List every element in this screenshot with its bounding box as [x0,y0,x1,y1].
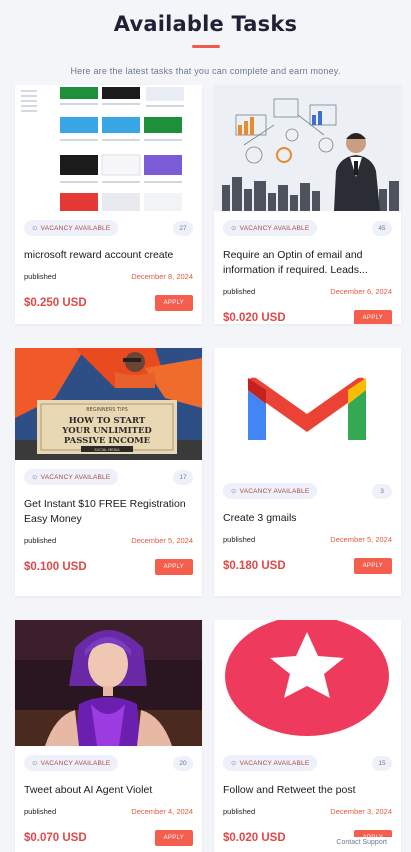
banner-footer: SOCIAL MEDIA [94,448,120,452]
page-subtitle: Here are the latest tasks that you can c… [70,66,341,76]
published-label: published [223,287,256,296]
task-title[interactable]: Tweet about AI Agent Violet [24,783,193,798]
task-price: $0.100 USD [24,561,87,573]
published-label: published [24,272,57,281]
apply-button[interactable]: APPLY [154,830,193,846]
vacancy-badge: ⊙ VACANCY AVAILABLE [223,483,318,499]
task-price: $0.020 USD [223,832,286,844]
published-label: published [24,536,57,545]
contact-support-link[interactable]: Contact Support [330,837,393,848]
banner-title-line-3: PASSIVE INCOME [64,436,151,446]
task-title[interactable]: Get Instant $10 FREE Registration Easy M… [24,497,193,527]
task-price: $0.070 USD [24,832,87,844]
vacancy-count: 20 [173,755,193,771]
task-price: $0.180 USD [223,560,286,572]
vacancy-count: 3 [372,483,392,499]
apply-button[interactable]: APPLY [154,559,193,575]
task-thumbnail-app-logos [15,85,202,211]
task-thumbnail-businessman [214,85,401,211]
vacancy-badge: ⊙ VACANCY AVAILABLE [223,220,318,236]
vacancy-count: 15 [372,755,392,771]
banner-title-line-2: YOUR UNLIMITED [61,426,152,436]
task-price: $0.250 USD [24,297,87,309]
apply-button[interactable]: APPLY [154,295,193,311]
published-label: published [223,807,256,816]
banner-title-line-1: HOW TO START [69,416,146,426]
apply-button[interactable]: APPLY [353,310,392,324]
task-card[interactable]: ⊙ VACANCY AVAILABLE 27 microsoft reward a… [15,85,202,324]
vacancy-badge: ⊙ VACANCY AVAILABLE [24,220,119,236]
task-thumbnail-ai-agent [15,620,202,746]
task-card[interactable]: BEGINNERS TIPS HOW TO START YOUR UNLIMIT… [15,348,202,596]
task-card[interactable]: ⊙ VACANCY AVAILABLE 45 Require an Optin o… [214,85,401,324]
task-date: December 5, 2024 [131,536,193,545]
task-grid: ⊙ VACANCY AVAILABLE 27 microsoft reward a… [15,85,401,852]
task-date: December 4, 2024 [131,807,193,816]
vacancy-badge: ⊙ VACANCY AVAILABLE [24,755,119,771]
star-circle-icon [214,620,401,746]
title-underline [191,45,220,48]
vacancy-badge: ⊙ VACANCY AVAILABLE [223,755,318,771]
task-card[interactable]: ⊙ VACANCY AVAILABLE 20 Tweet about AI Age… [15,620,202,852]
banner-tag: BEGINNERS TIPS [86,407,128,413]
published-label: published [223,535,256,544]
gmail-icon [214,348,401,474]
task-title[interactable]: microsoft reward account create [24,248,193,263]
vacancy-count: 45 [372,220,392,236]
task-title[interactable]: Create 3 gmails [223,511,392,526]
page-header: Available Tasks Here are the latest task… [0,0,411,76]
task-thumbnail-passive-income: BEGINNERS TIPS HOW TO START YOUR UNLIMIT… [15,348,202,474]
task-card[interactable]: ⊙ VACANCY AVAILABLE 15 Follow and Retweet… [214,620,401,852]
task-date: December 8, 2024 [131,272,193,281]
task-price: $0.020 USD [223,312,286,324]
task-title[interactable]: Follow and Retweet the post [223,783,392,798]
task-card[interactable]: ⊙ VACANCY AVAILABLE 3 Create 3 gmails pub… [214,348,401,596]
task-date: December 6, 2024 [330,287,392,296]
task-date: December 3, 2024 [330,807,392,816]
page-title: Available Tasks [113,12,298,36]
vacancy-count: 27 [173,220,193,236]
apply-button[interactable]: APPLY [353,558,392,574]
task-date: December 5, 2024 [330,535,392,544]
task-title[interactable]: Require an Optin of email and informatio… [223,248,392,278]
published-label: published [24,807,57,816]
